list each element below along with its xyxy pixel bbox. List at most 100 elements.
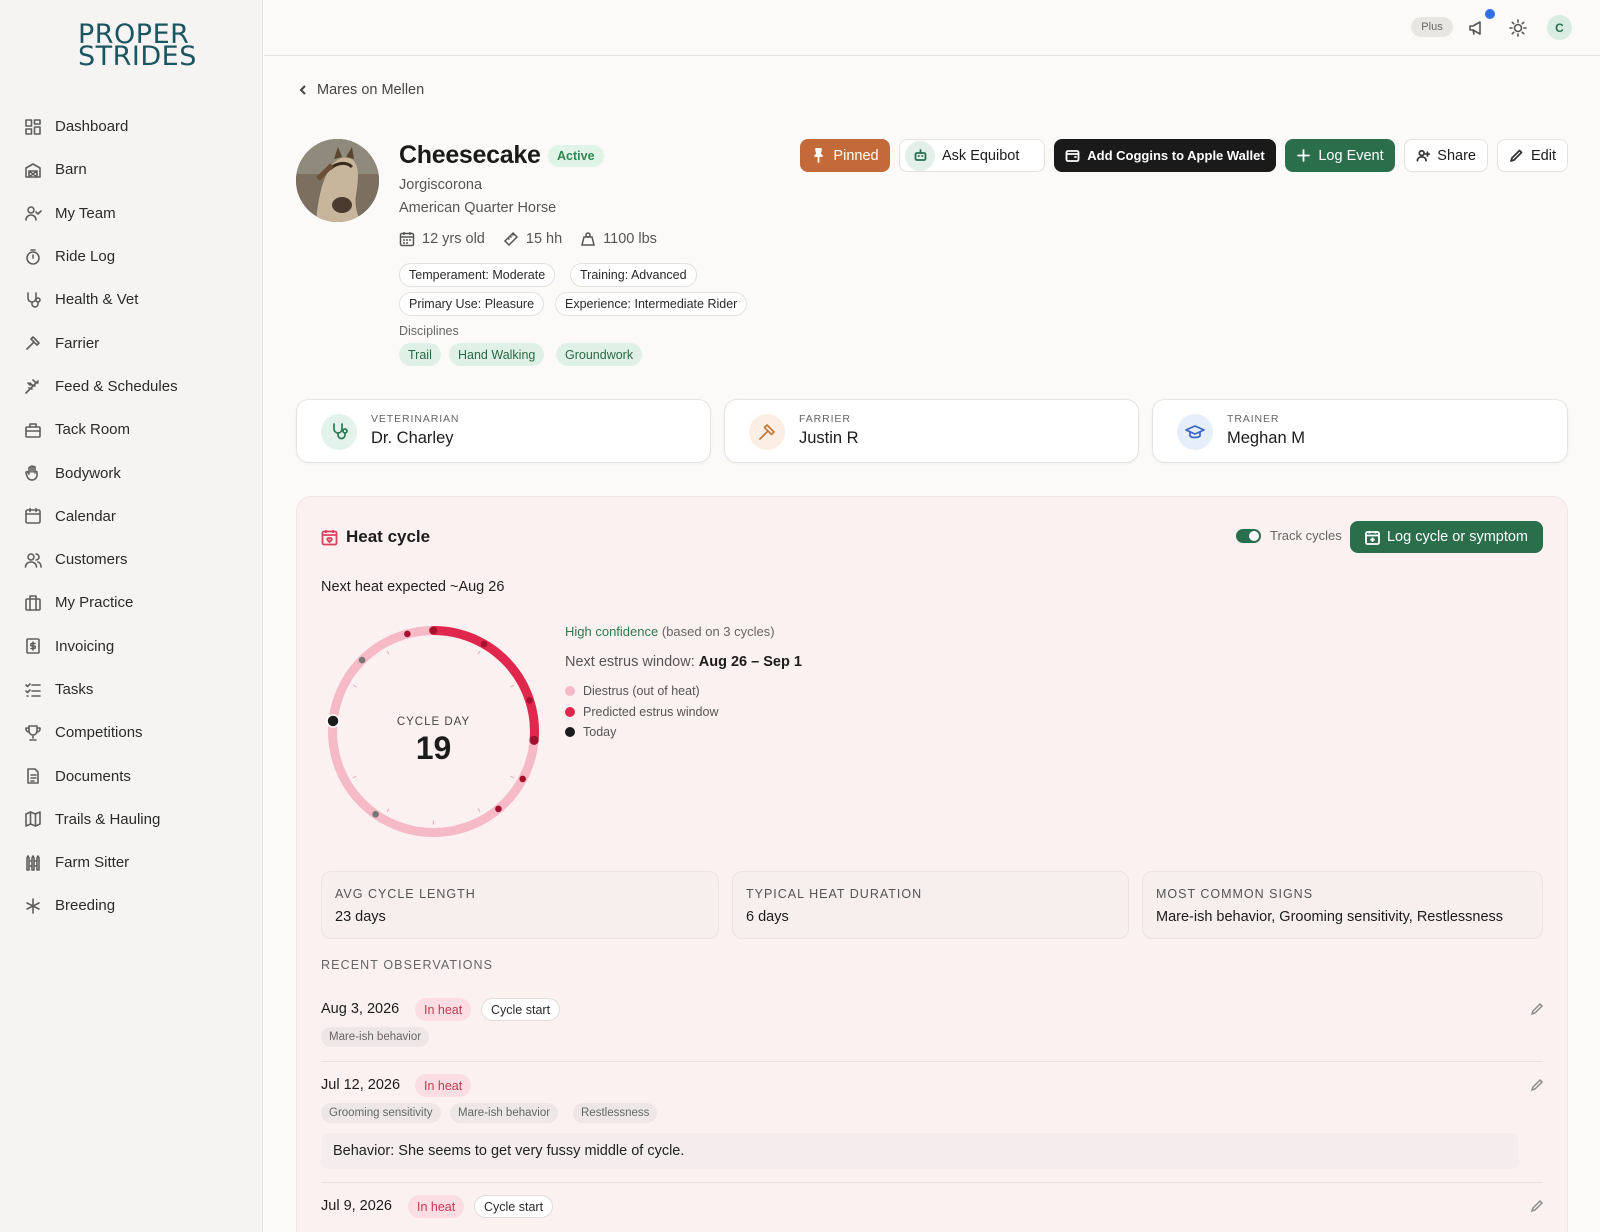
- share-label: Share: [1437, 147, 1476, 164]
- sidebar-item-breeding[interactable]: Breeding: [0, 884, 263, 927]
- notification-dot: [1485, 9, 1495, 19]
- sidebar-item-dashboard[interactable]: Dashboard: [0, 105, 263, 148]
- wallet-icon: [1065, 150, 1080, 162]
- ask-equibot-button[interactable]: Ask Equibot: [899, 139, 1045, 172]
- trainer-card[interactable]: TRAINER Meghan M: [1152, 399, 1568, 463]
- legend-item: Diestrus (out of heat): [565, 684, 700, 698]
- robot-icon: [905, 140, 935, 171]
- estrus-window: Next estrus window: Aug 26 – Sep 1: [565, 654, 802, 670]
- stat-card: TYPICAL HEAT DURATION 6 days: [732, 871, 1129, 939]
- sidebar-item-tack-room[interactable]: Tack Room: [0, 408, 263, 451]
- toggle-switch[interactable]: [1236, 528, 1261, 543]
- veterinarian-card[interactable]: VETERINARIAN Dr. Charley: [296, 399, 711, 463]
- sidebar-nav: Dashboard Barn My Team Ride Log Health &…: [0, 105, 263, 928]
- add-coggins-wallet-button[interactable]: Add Coggins to Apple Wallet: [1054, 139, 1276, 172]
- ring-tick: [477, 808, 481, 813]
- farrier-card[interactable]: FARRIER Justin R: [724, 399, 1139, 463]
- cycle-dot: [404, 630, 411, 638]
- cycle-dot: [372, 810, 379, 818]
- pin-icon: [814, 148, 824, 163]
- edit-observation-icon[interactable]: [1530, 1002, 1544, 1016]
- legend-label: Predicted estrus window: [583, 705, 719, 719]
- stat-card: MOST COMMON SIGNS Mare-ish behavior, Gro…: [1142, 871, 1543, 939]
- sidebar-item-calendar[interactable]: Calendar: [0, 495, 263, 538]
- box-icon: [25, 422, 41, 438]
- sidebar-item-documents[interactable]: Documents: [0, 754, 263, 797]
- edit-button[interactable]: Edit: [1497, 139, 1568, 172]
- track-cycles-toggle[interactable]: Track cycles: [1236, 528, 1342, 543]
- log-cycle-label: Log cycle or symptom: [1386, 529, 1529, 545]
- discipline-chip: Groundwork: [556, 343, 643, 366]
- heat-cycle-title: Heat cycle: [321, 527, 430, 547]
- brand-logo[interactable]: PROPER STRIDES: [78, 21, 196, 70]
- breadcrumb[interactable]: Mares on Mellen: [297, 82, 424, 98]
- trait-chip: Primary Use: Pleasure: [399, 292, 545, 316]
- estrus-window-label: Next estrus window:: [565, 654, 695, 670]
- legend-swatch: [565, 686, 575, 696]
- sidebar-item-barn[interactable]: Barn: [0, 148, 263, 191]
- height-stat: 15 hh: [503, 231, 562, 247]
- sidebar-item-competitions[interactable]: Competitions: [0, 711, 263, 754]
- plus-icon: [1297, 149, 1311, 162]
- invoice-icon: [26, 638, 40, 655]
- cycle-start-badge: Cycle start: [474, 1195, 554, 1218]
- sidebar-item-my-team[interactable]: My Team: [0, 192, 263, 235]
- ring-tick: [386, 808, 390, 813]
- observation-date: Jul 12, 2026: [321, 1077, 401, 1093]
- fence-icon: [26, 854, 40, 871]
- megaphone-icon[interactable]: [1467, 18, 1487, 38]
- log-cycle-button[interactable]: Log cycle or symptom: [1350, 521, 1543, 553]
- sidebar-item-ride-log[interactable]: Ride Log: [0, 235, 263, 278]
- cycle-dot: [529, 735, 539, 745]
- sidebar-item-customers[interactable]: Customers: [0, 538, 263, 581]
- pinned-button[interactable]: Pinned: [800, 139, 890, 172]
- legend-item: Today: [565, 725, 616, 739]
- dashboard-icon: [25, 118, 41, 135]
- sidebar-item-feed-schedules[interactable]: Feed & Schedules: [0, 365, 263, 408]
- sidebar-item-label: My Practice: [55, 594, 134, 612]
- user-avatar[interactable]: C: [1547, 15, 1572, 40]
- legend-swatch: [565, 727, 575, 737]
- stat-card: AVG CYCLE LENGTH 23 days: [321, 871, 719, 939]
- tasks-icon: [25, 682, 41, 697]
- sidebar-item-label: Health & Vet: [55, 291, 139, 309]
- stat-value: 6 days: [746, 909, 789, 925]
- horse-breed: American Quarter Horse: [399, 200, 557, 216]
- sidebar-item-bodywork[interactable]: Bodywork: [0, 451, 263, 494]
- hand-icon: [25, 465, 38, 481]
- sun-icon[interactable]: [1508, 18, 1528, 38]
- stat-value: 23 days: [335, 909, 386, 925]
- observation-date: Jul 9, 2026: [321, 1198, 392, 1214]
- cycle-day-value: 19: [416, 730, 452, 766]
- log-event-label: Log Event: [1318, 147, 1384, 164]
- sidebar-item-label: Ride Log: [55, 248, 116, 266]
- plan-badge[interactable]: Plus: [1411, 17, 1453, 37]
- observation-date: Aug 3, 2026: [321, 1001, 400, 1017]
- cycle-dot: [519, 775, 526, 783]
- wheat-icon: [25, 379, 39, 395]
- contact-name: Dr. Charley: [371, 429, 454, 447]
- legend-item: Predicted estrus window: [565, 705, 718, 719]
- disciplines-label: Disciplines: [399, 324, 459, 338]
- confidence-note: (based on 3 cycles): [661, 624, 775, 639]
- sidebar-item-label: Invoicing: [55, 637, 115, 655]
- share-button[interactable]: Share: [1404, 139, 1488, 172]
- log-event-button[interactable]: Log Event: [1285, 139, 1395, 172]
- sidebar-item-label: Bodywork: [55, 464, 121, 482]
- next-heat-text: Next heat expected ~Aug 26: [321, 579, 505, 595]
- confidence-text: High confidence (based on 3 cycles): [565, 624, 775, 639]
- edit-observation-icon[interactable]: [1530, 1199, 1544, 1213]
- track-cycles-label: Track cycles: [1270, 528, 1342, 543]
- sidebar-item-invoicing[interactable]: Invoicing: [0, 625, 263, 668]
- ask-label: Ask Equibot: [942, 147, 1020, 164]
- contact-role: VETERINARIAN: [371, 413, 460, 425]
- sidebar-item-farrier[interactable]: Farrier: [0, 321, 263, 364]
- sidebar-item-health-vet[interactable]: Health & Vet: [0, 278, 263, 321]
- edit-observation-icon[interactable]: [1530, 1078, 1544, 1092]
- today-marker: [326, 714, 340, 728]
- sidebar-item-trails-hauling[interactable]: Trails & Hauling: [0, 798, 263, 841]
- sidebar-item-farm-sitter[interactable]: Farm Sitter: [0, 841, 263, 884]
- sidebar-item-tasks[interactable]: Tasks: [0, 668, 263, 711]
- sidebar-item-my-practice[interactable]: My Practice: [0, 581, 263, 624]
- sidebar-item-label: Feed & Schedules: [55, 377, 178, 395]
